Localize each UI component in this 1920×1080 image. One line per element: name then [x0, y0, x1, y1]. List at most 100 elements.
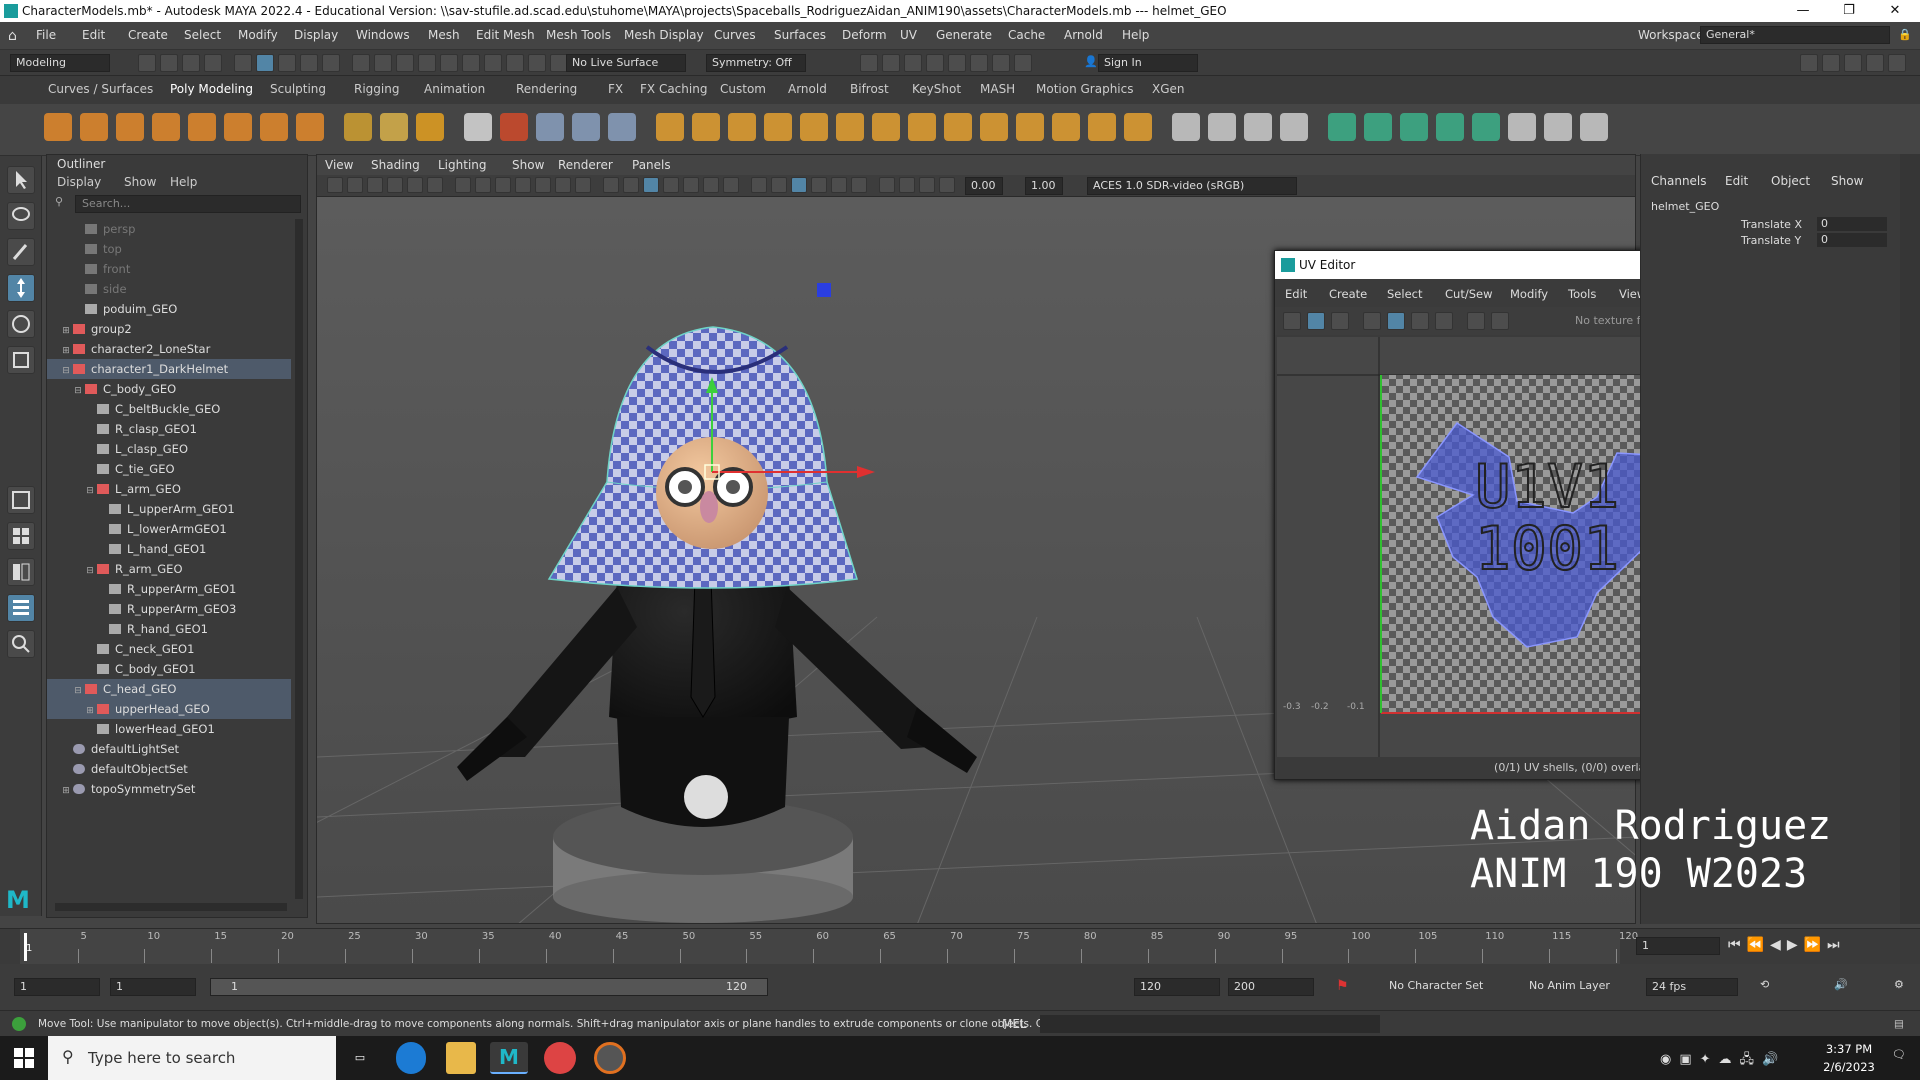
status-tool-icon[interactable]	[374, 54, 392, 72]
shelf-tool-icon[interactable]	[1052, 113, 1080, 141]
outliner-item-front[interactable]: front	[47, 259, 291, 279]
viewport-tool-icon[interactable]	[919, 177, 935, 193]
audio-icon[interactable]: 🔊	[1834, 978, 1848, 991]
shelf-tab-poly-modeling[interactable]: Poly Modeling	[170, 82, 253, 96]
status-tool-icon[interactable]	[204, 54, 222, 72]
render-tool-icon[interactable]	[948, 54, 966, 72]
outliner-item-c-tie-geo[interactable]: C_tie_GEO	[47, 459, 291, 479]
auto-key-icon[interactable]: ⚑	[1336, 978, 1349, 994]
shelf-tool-icon[interactable]	[1580, 113, 1608, 141]
shelf-tool-icon[interactable]	[296, 113, 324, 141]
shelf-tool-icon[interactable]	[1280, 113, 1308, 141]
viewport-menu-shading[interactable]: Shading	[371, 158, 420, 172]
outliner-item-l-lowerarmgeo1[interactable]: L_lowerArmGEO1	[47, 519, 291, 539]
tray-icon[interactable]: ✦	[1700, 1052, 1719, 1067]
minimize-icon[interactable]: —	[1780, 0, 1826, 22]
viewport-tool-icon[interactable]	[603, 177, 619, 193]
viewport-menu-lighting[interactable]: Lighting	[438, 158, 487, 172]
obs-icon[interactable]	[594, 1042, 626, 1074]
workspace-dropdown[interactable]: General*	[1700, 26, 1890, 44]
viewport-tool-icon[interactable]	[663, 177, 679, 193]
viewport-tool-icon[interactable]	[327, 177, 343, 193]
clock[interactable]: 3:37 PM 2/6/2023	[1816, 1040, 1882, 1076]
shelf-tool-icon[interactable]	[1472, 113, 1500, 141]
viewport-tool-icon[interactable]	[723, 177, 739, 193]
shelf-tool-icon[interactable]	[1244, 113, 1272, 141]
viewport-menu-renderer[interactable]: Renderer	[558, 158, 613, 172]
uv-tool-icon[interactable]	[1491, 312, 1509, 330]
viewport-tool-icon[interactable]	[811, 177, 827, 193]
render-tool-icon[interactable]	[904, 54, 922, 72]
right-side-tabs[interactable]	[1900, 154, 1920, 924]
panel-toggle-icon[interactable]	[1800, 54, 1818, 72]
outliner-item-upperhead-geo[interactable]: ⊞ upperHead_GEO	[47, 699, 291, 719]
shelf-tool-icon[interactable]	[416, 113, 444, 141]
shelf-tab-keyshot[interactable]: KeyShot	[912, 82, 961, 96]
panel-toggle-icon[interactable]	[1888, 54, 1906, 72]
outliner-item-defaultlightset[interactable]: defaultLightSet	[47, 739, 291, 759]
shelf-tab-mash[interactable]: MASH	[980, 82, 1015, 96]
shelf-tab-xgen[interactable]: XGen	[1152, 82, 1185, 96]
collapse-icon[interactable]: ⊟	[61, 361, 71, 381]
uv-menu-modify[interactable]: Modify	[1510, 287, 1548, 301]
maya-taskbar-icon[interactable]: M	[490, 1042, 528, 1074]
viewport-tool-icon[interactable]	[683, 177, 699, 193]
outliner-item-l-hand-geo1[interactable]: L_hand_GEO1	[47, 539, 291, 559]
color-space-dropdown[interactable]: ACES 1.0 SDR-video (sRGB)	[1087, 177, 1297, 195]
shelf-tool-icon[interactable]	[1400, 113, 1428, 141]
current-frame-field[interactable]: 1	[1636, 937, 1720, 955]
menu-edit[interactable]: Edit	[82, 28, 105, 42]
menu-mesh-tools[interactable]: Mesh Tools	[546, 28, 611, 42]
uv-menu-select[interactable]: Select	[1387, 287, 1422, 301]
menu-modify[interactable]: Modify	[238, 28, 278, 42]
channel-menu-edit[interactable]: Edit	[1725, 174, 1748, 188]
shelf-tool-icon[interactable]	[572, 113, 600, 141]
viewport-tool-icon[interactable]	[771, 177, 787, 193]
viewport-tool-icon[interactable]	[939, 177, 955, 193]
outliner-item-group2[interactable]: ⊞ group2	[47, 319, 291, 339]
menu-generate[interactable]: Generate	[936, 28, 992, 42]
select-tool-icon[interactable]	[7, 166, 35, 194]
outliner-hscrollbar[interactable]	[55, 903, 287, 911]
uv-tool-icon[interactable]	[1435, 312, 1453, 330]
render-tool-icon[interactable]	[992, 54, 1010, 72]
viewport-tool-icon[interactable]	[367, 177, 383, 193]
shelf-tab-rigging[interactable]: Rigging	[354, 82, 399, 96]
paint-select-icon[interactable]	[7, 238, 35, 266]
uv-tool-icon[interactable]	[1363, 312, 1381, 330]
shelf-tool-icon[interactable]	[380, 113, 408, 141]
uv-menu-cut-sew[interactable]: Cut/Sew	[1445, 287, 1492, 301]
close-icon[interactable]: ✕	[1872, 0, 1918, 22]
menu-arnold[interactable]: Arnold	[1064, 28, 1103, 42]
shelf-tool-icon[interactable]	[728, 113, 756, 141]
viewport-tool-icon[interactable]	[751, 177, 767, 193]
outliner-menu-show[interactable]: Show	[124, 175, 156, 189]
shelf-tab-curves-surfaces[interactable]: Curves / Surfaces	[48, 82, 153, 96]
menu-windows[interactable]: Windows	[356, 28, 410, 42]
status-tool-icon[interactable]	[484, 54, 502, 72]
channel-menu-object[interactable]: Object	[1771, 174, 1810, 188]
outliner-item-r-hand-geo1[interactable]: R_hand_GEO1	[47, 619, 291, 639]
task-view-icon[interactable]: ▭	[342, 1042, 378, 1074]
viewport-tool-icon[interactable]	[535, 177, 551, 193]
maximize-icon[interactable]: ❐	[1826, 0, 1872, 22]
exposure-field[interactable]: 0.00	[965, 177, 1003, 195]
status-tool-icon[interactable]	[352, 54, 370, 72]
mode-dropdown[interactable]: Modeling	[10, 54, 110, 72]
uv-menu-edit[interactable]: Edit	[1285, 287, 1307, 301]
shelf-tab-sculpting[interactable]: Sculpting	[270, 82, 326, 96]
outliner-scrollbar[interactable]	[295, 219, 303, 899]
play-forward-icon[interactable]: ▶	[1787, 937, 1804, 953]
sign-in-dropdown[interactable]: Sign In	[1098, 54, 1198, 72]
outliner-item-c-beltbuckle-geo[interactable]: C_beltBuckle_GEO	[47, 399, 291, 419]
uv-tool-icon[interactable]	[1283, 312, 1301, 330]
filter-icon[interactable]: ⚲	[55, 195, 63, 208]
uv-tool-icon[interactable]	[1467, 312, 1485, 330]
network-icon[interactable]: 🖧	[1740, 1052, 1763, 1067]
shelf-tool-icon[interactable]	[344, 113, 372, 141]
render-tool-icon[interactable]	[970, 54, 988, 72]
channel-menu-channels[interactable]: Channels	[1651, 174, 1707, 188]
scale-tool-icon[interactable]	[7, 346, 35, 374]
outliner-item-l-arm-geo[interactable]: ⊟ L_arm_GEO	[47, 479, 291, 499]
outliner-item-character1-darkhelmet[interactable]: ⊟ character1_DarkHelmet	[47, 359, 291, 379]
